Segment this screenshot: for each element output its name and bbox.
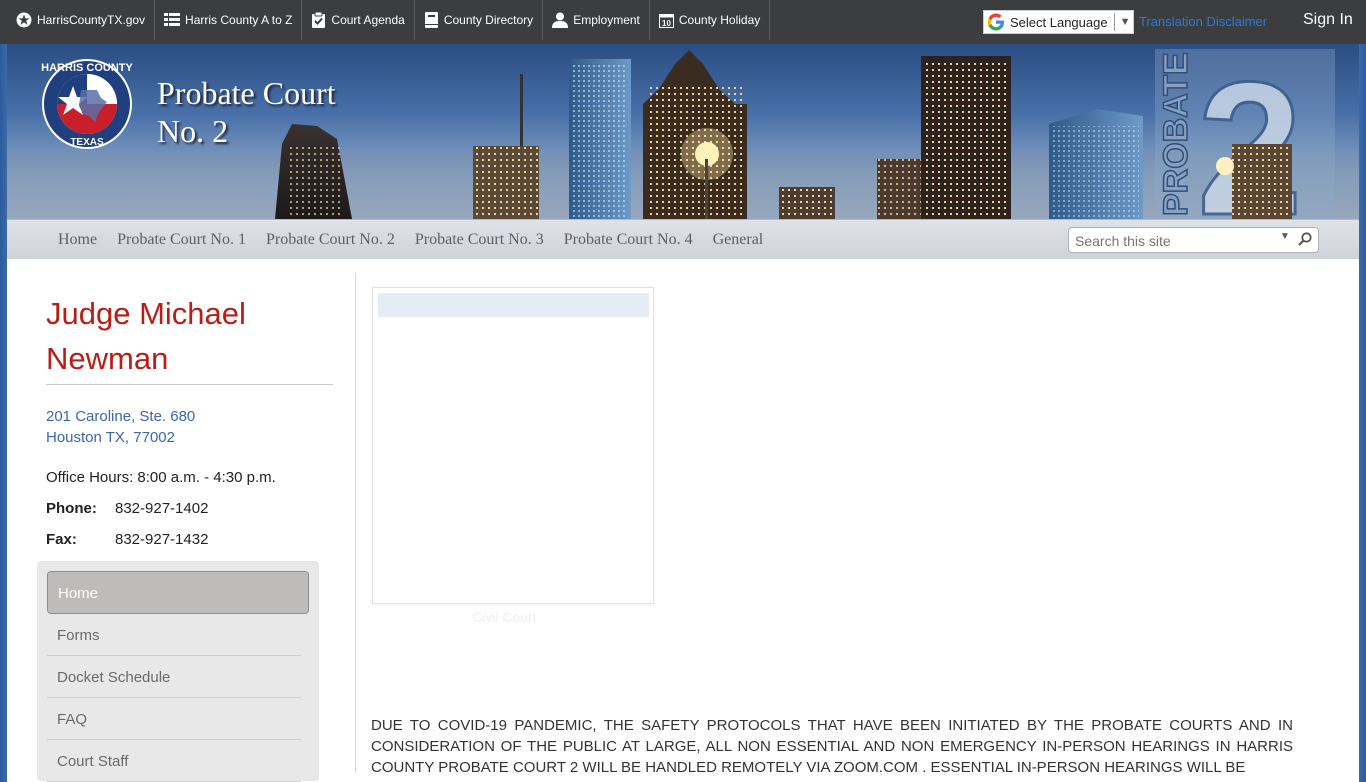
side-menu-docket-schedule[interactable]: Docket Schedule	[47, 656, 301, 698]
nav-probate-court-3[interactable]: Probate Court No. 3	[415, 231, 544, 249]
search-input[interactable]	[1073, 230, 1282, 252]
badge-word-graphic: PROBATE	[1157, 52, 1195, 216]
top-link-label: County Directory	[443, 13, 534, 27]
court-image-frame	[372, 287, 654, 604]
nav-general[interactable]: General	[713, 231, 764, 249]
clipboard-icon	[312, 12, 326, 28]
google-icon	[987, 13, 1004, 31]
nav-probate-court-2[interactable]: Probate Court No. 2	[266, 231, 395, 249]
fax-label: Fax:	[46, 531, 77, 548]
top-link-label: Harris County A to Z	[185, 13, 293, 27]
judge-name-heading: Judge Michael Newman	[46, 291, 333, 385]
top-link-court-agenda[interactable]: Court Agenda	[302, 0, 415, 40]
top-link-county-holiday[interactable]: 10 County Holiday	[650, 0, 771, 40]
top-link-label: HarrisCountyTX.gov	[37, 13, 146, 27]
svg-text:HARRIS COUNTY: HARRIS COUNTY	[41, 62, 133, 74]
nav-items: Home Probate Court No. 1 Probate Court N…	[58, 220, 783, 259]
side-menu-forms[interactable]: Forms	[47, 614, 301, 656]
user-icon	[552, 12, 569, 28]
nav-home[interactable]: Home	[58, 231, 97, 249]
site-search: ▼	[1068, 227, 1319, 253]
star-icon	[16, 12, 32, 28]
top-link-label: County Holiday	[678, 13, 761, 27]
translation-disclaimer-link[interactable]: Translation Disclaimer	[1139, 14, 1267, 29]
header-banner: 2 PROBATE HARRIS COUNTY TEXAS Probate Co…	[7, 44, 1359, 219]
nav-probate-court-1[interactable]: Probate Court No. 1	[117, 231, 246, 249]
side-menu-home[interactable]: Home	[47, 571, 309, 614]
top-link-county-directory[interactable]: County Directory	[415, 0, 544, 40]
covid-notice: DUE TO COVID-19 PANDEMIC, THE SAFETY PRO…	[371, 717, 1293, 776]
language-select[interactable]: Select Language ▼	[983, 10, 1134, 34]
top-link-harriscounty[interactable]: HarrisCountyTX.gov	[7, 0, 156, 40]
top-link-label: Employment	[573, 13, 640, 27]
top-utility-bar: HarrisCountyTX.gov Harris County A to Z …	[0, 0, 1366, 44]
site-title-line2: No. 2	[157, 113, 229, 149]
top-link-employment[interactable]: Employment	[543, 0, 650, 40]
nav-probate-court-4[interactable]: Probate Court No. 4	[564, 231, 693, 249]
court-address: 201 Caroline, Ste. 680 Houston TX, 77002	[46, 406, 195, 448]
site-title-line1: Probate Court	[157, 75, 336, 111]
court-image	[378, 293, 649, 317]
calendar-icon: 10	[658, 14, 674, 28]
fax-row: Fax: 832-927-1432	[46, 531, 208, 548]
book-icon	[424, 12, 438, 28]
phone-label: Phone:	[46, 500, 97, 517]
sign-in-link[interactable]: Sign In	[1303, 11, 1353, 29]
language-select-label: Select Language	[1010, 14, 1108, 30]
divider	[1113, 13, 1115, 31]
top-link-a-to-z[interactable]: Harris County A to Z	[155, 0, 303, 40]
side-menu-court-staff[interactable]: Court Staff	[47, 740, 301, 782]
svg-text:TEXAS: TEXAS	[70, 137, 104, 148]
address-line2[interactable]: Houston TX, 77002	[46, 427, 195, 448]
image-caption: Civil Court	[472, 609, 537, 625]
column-divider	[355, 273, 356, 773]
top-link-label: Court Agenda	[331, 13, 405, 27]
main-navigation: Home Probate Court No. 1 Probate Court N…	[7, 219, 1359, 259]
side-menu: Home Forms Docket Schedule FAQ Court Sta…	[37, 561, 319, 782]
search-icon[interactable]	[1298, 232, 1312, 246]
svg-text:10: 10	[662, 19, 671, 28]
site-title: Probate Court No. 2	[157, 74, 336, 150]
top-links: HarrisCountyTX.gov Harris County A to Z …	[7, 0, 771, 40]
chevron-down-icon: ▼	[1119, 16, 1131, 28]
chevron-down-icon[interactable]: ▼	[1280, 231, 1290, 242]
side-menu-faq[interactable]: FAQ	[47, 698, 301, 740]
office-hours: Office Hours: 8:00 a.m. - 4:30 p.m.	[46, 469, 276, 486]
list-icon	[164, 13, 181, 26]
fax-number: 832-927-1432	[115, 531, 209, 548]
harris-county-seal: HARRIS COUNTY TEXAS	[41, 59, 133, 149]
phone-row: Phone: 832-927-1402	[46, 500, 208, 517]
phone-number: 832-927-1402	[115, 500, 209, 517]
address-line1[interactable]: 201 Caroline, Ste. 680	[46, 406, 195, 427]
